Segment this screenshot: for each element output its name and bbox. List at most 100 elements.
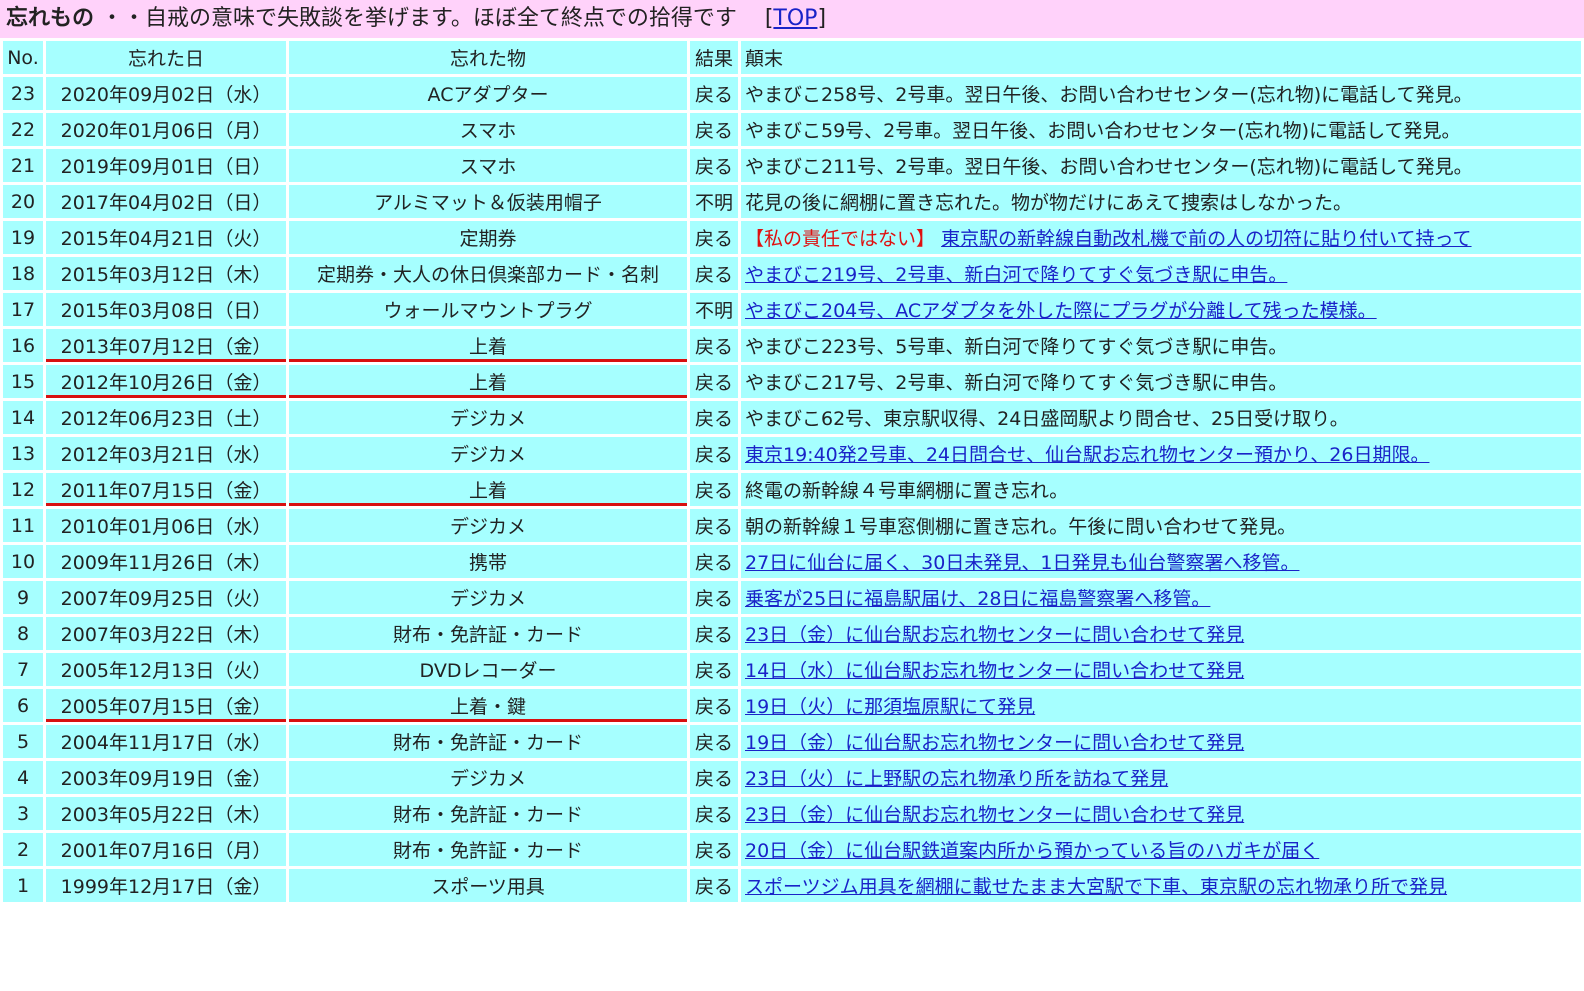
row-item: デジカメ: [289, 581, 687, 614]
row-no: 8: [3, 617, 43, 650]
row-date: 2009年11月26日（木）: [46, 545, 286, 578]
row-note-text: やまびこ223号、5号車、新白河で降りてすぐ気づき駅に申告。: [745, 336, 1288, 358]
row-item: アルミマット＆仮装用帽子: [289, 185, 687, 218]
row-note[interactable]: 19日（火）に那須塩原駅にて発見: [741, 689, 1581, 722]
table-row: 4 2003年09月19日（金） デジカメ 戻る 23日（火）に上野駅の忘れ物承り所を訪…: [3, 761, 1581, 794]
table-row: 11 2010年01月06日（水） デジカメ 戻る 朝の新幹線１号車窓側棚に置き忘れ。午…: [3, 509, 1581, 542]
row-note[interactable]: 乗客が25日に福島駅届け、28日に福島警察署へ移管。: [741, 581, 1581, 614]
row-no: 20: [3, 185, 43, 218]
row-no: 17: [3, 293, 43, 326]
row-no: 16: [3, 329, 43, 362]
row-item: スマホ: [289, 149, 687, 182]
page-subtitle: ・・自戒の意味で失敗談を挙げます。ほぼ全て終点での拾得です: [101, 6, 737, 31]
row-date: 1999年12月17日（金）: [46, 869, 286, 902]
row-item: DVDレコーダー: [289, 653, 687, 686]
row-note-warning: 【私の責任ではない】: [745, 228, 936, 250]
row-date: 2010年01月06日（水）: [46, 509, 286, 542]
row-result: 不明: [690, 293, 738, 326]
row-note[interactable]: 20日（金）に仙台駅鉄道案内所から預かっている旨のハガキが届く: [741, 833, 1581, 866]
row-date: 2015年03月08日（日）: [46, 293, 286, 326]
col-header-result: 結果: [690, 41, 738, 74]
row-no: 7: [3, 653, 43, 686]
row-note-link[interactable]: 23日（金）に仙台駅お忘れ物センターに問い合わせて発見: [745, 624, 1244, 646]
row-date: 2013年07月12日（金）: [46, 329, 286, 362]
table-row: 9 2007年09月25日（火） デジカメ 戻る 乗客が25日に福島駅届け、28日に福島…: [3, 581, 1581, 614]
row-note-link[interactable]: 20日（金）に仙台駅鉄道案内所から預かっている旨のハガキが届く: [745, 840, 1319, 862]
row-result: 戻る: [690, 221, 738, 254]
row-note-link[interactable]: 東京駅の新幹線自動改札機で前の人の切符に貼り付いて持って: [941, 228, 1471, 250]
row-result: 戻る: [690, 689, 738, 722]
row-result: 戻る: [690, 365, 738, 398]
table-row: 5 2004年11月17日（水） 財布・免許証・カード 戻る 19日（金）に仙台駅お忘れ…: [3, 725, 1581, 758]
row-no: 3: [3, 797, 43, 830]
row-no: 11: [3, 509, 43, 542]
row-no: 12: [3, 473, 43, 506]
row-item: スマホ: [289, 113, 687, 146]
row-note[interactable]: スポーツジム用具を網棚に載せたまま大宮駅で下車、東京駅の忘れ物承り所で発見: [741, 869, 1581, 902]
row-date: 2003年05月22日（木）: [46, 797, 286, 830]
row-date: 2017年04月02日（日）: [46, 185, 286, 218]
row-note-link[interactable]: 14日（水）に仙台駅お忘れ物センターに問い合わせて発見: [745, 660, 1244, 682]
row-note[interactable]: 27日に仙台に届く、30日未発見、1日発見も仙台警察署へ移管。: [741, 545, 1581, 578]
table-row: 10 2009年11月26日（木） 携帯 戻る 27日に仙台に届く、30日未発見、1日発…: [3, 545, 1581, 578]
row-date: 2001年07月16日（月）: [46, 833, 286, 866]
row-note[interactable]: 東京19:40発2号車、24日問合せ、仙台駅お忘れ物センター預かり、26日期限。: [741, 437, 1581, 470]
table-row: 20 2017年04月02日（日） アルミマット＆仮装用帽子 不明 花見の後に網棚に置き…: [3, 185, 1581, 218]
row-item: 上着・鍵: [289, 689, 687, 722]
row-no: 9: [3, 581, 43, 614]
row-note-link[interactable]: 乗客が25日に福島駅届け、28日に福島警察署へ移管。: [745, 588, 1210, 610]
row-note[interactable]: 23日（金）に仙台駅お忘れ物センターに問い合わせて発見: [741, 617, 1581, 650]
row-no: 22: [3, 113, 43, 146]
row-note[interactable]: やまびこ219号、2号車、新白河で降りてすぐ気づき駅に申告。: [741, 257, 1581, 290]
row-note: やまびこ217号、2号車、新白河で降りてすぐ気づき駅に申告。: [741, 365, 1581, 398]
row-note-link[interactable]: 19日（金）に仙台駅お忘れ物センターに問い合わせて発見: [745, 732, 1244, 754]
row-note-link[interactable]: 23日（火）に上野駅の忘れ物承り所を訪ねて発見: [745, 768, 1168, 790]
row-item: ウォールマウントプラグ: [289, 293, 687, 326]
row-no: 23: [3, 77, 43, 110]
row-note-link[interactable]: やまびこ204号、ACアダプタを外した際にプラグが分離して残った模様。: [745, 300, 1377, 322]
row-result: 不明: [690, 185, 738, 218]
row-no: 13: [3, 437, 43, 470]
row-date: 2015年03月12日（木）: [46, 257, 286, 290]
row-note-link[interactable]: 27日に仙台に届く、30日未発見、1日発見も仙台警察署へ移管。: [745, 552, 1299, 574]
top-link[interactable]: TOP: [773, 6, 817, 31]
row-date: 2020年09月02日（水）: [46, 77, 286, 110]
row-result: 戻る: [690, 581, 738, 614]
row-note[interactable]: 23日（金）に仙台駅お忘れ物センターに問い合わせて発見: [741, 797, 1581, 830]
col-header-date: 忘れた日: [46, 41, 286, 74]
row-item: 上着: [289, 473, 687, 506]
table-row: 2 2001年07月16日（月） 財布・免許証・カード 戻る 20日（金）に仙台駅鉄道案…: [3, 833, 1581, 866]
col-header-note: 顛末: [741, 41, 1581, 74]
row-note[interactable]: 【私の責任ではない】 東京駅の新幹線自動改札機で前の人の切符に貼り付いて持って: [741, 221, 1581, 254]
row-note-link[interactable]: 19日（火）に那須塩原駅にて発見: [745, 696, 1035, 718]
table-row: 21 2019年09月01日（日） スマホ 戻る やまびこ211号、2号車。翌日午後、お…: [3, 149, 1581, 182]
row-date: 2007年09月25日（火）: [46, 581, 286, 614]
row-note-link[interactable]: 東京19:40発2号車、24日問合せ、仙台駅お忘れ物センター預かり、26日期限。: [745, 444, 1429, 466]
row-note[interactable]: やまびこ204号、ACアダプタを外した際にプラグが分離して残った模様。: [741, 293, 1581, 326]
row-note[interactable]: 19日（金）に仙台駅お忘れ物センターに問い合わせて発見: [741, 725, 1581, 758]
row-date: 2015年04月21日（火）: [46, 221, 286, 254]
row-note-link[interactable]: スポーツジム用具を網棚に載せたまま大宮駅で下車、東京駅の忘れ物承り所で発見: [745, 876, 1447, 898]
row-note-link[interactable]: 23日（金）に仙台駅お忘れ物センターに問い合わせて発見: [745, 804, 1244, 826]
row-item: 定期券・大人の休日倶楽部カード・名刺: [289, 257, 687, 290]
table-row: 3 2003年05月22日（木） 財布・免許証・カード 戻る 23日（金）に仙台駅お忘れ…: [3, 797, 1581, 830]
row-date: 2005年07月15日（金）: [46, 689, 286, 722]
row-result: 戻る: [690, 77, 738, 110]
table-row: 15 2012年10月26日（金） 上着 戻る やまびこ217号、2号車、新白河で降りて…: [3, 365, 1581, 398]
row-note[interactable]: 14日（水）に仙台駅お忘れ物センターに問い合わせて発見: [741, 653, 1581, 686]
row-result: 戻る: [690, 401, 738, 434]
row-no: 6: [3, 689, 43, 722]
table-row: 14 2012年06月23日（土） デジカメ 戻る やまびこ62号、東京駅収得、24日盛…: [3, 401, 1581, 434]
row-item: デジカメ: [289, 437, 687, 470]
row-no: 2: [3, 833, 43, 866]
table-row: 19 2015年04月21日（火） 定期券 戻る 【私の責任ではない】 東京駅の新幹線自…: [3, 221, 1581, 254]
col-header-no: No.: [3, 41, 43, 74]
row-note: 朝の新幹線１号車窓側棚に置き忘れ。午後に問い合わせて発見。: [741, 509, 1581, 542]
row-note-link[interactable]: やまびこ219号、2号車、新白河で降りてすぐ気づき駅に申告。: [745, 264, 1287, 286]
row-result: 戻る: [690, 761, 738, 794]
row-item: 財布・免許証・カード: [289, 617, 687, 650]
row-result: 戻る: [690, 869, 738, 902]
row-no: 15: [3, 365, 43, 398]
row-note[interactable]: 23日（火）に上野駅の忘れ物承り所を訪ねて発見: [741, 761, 1581, 794]
row-item: 財布・免許証・カード: [289, 833, 687, 866]
